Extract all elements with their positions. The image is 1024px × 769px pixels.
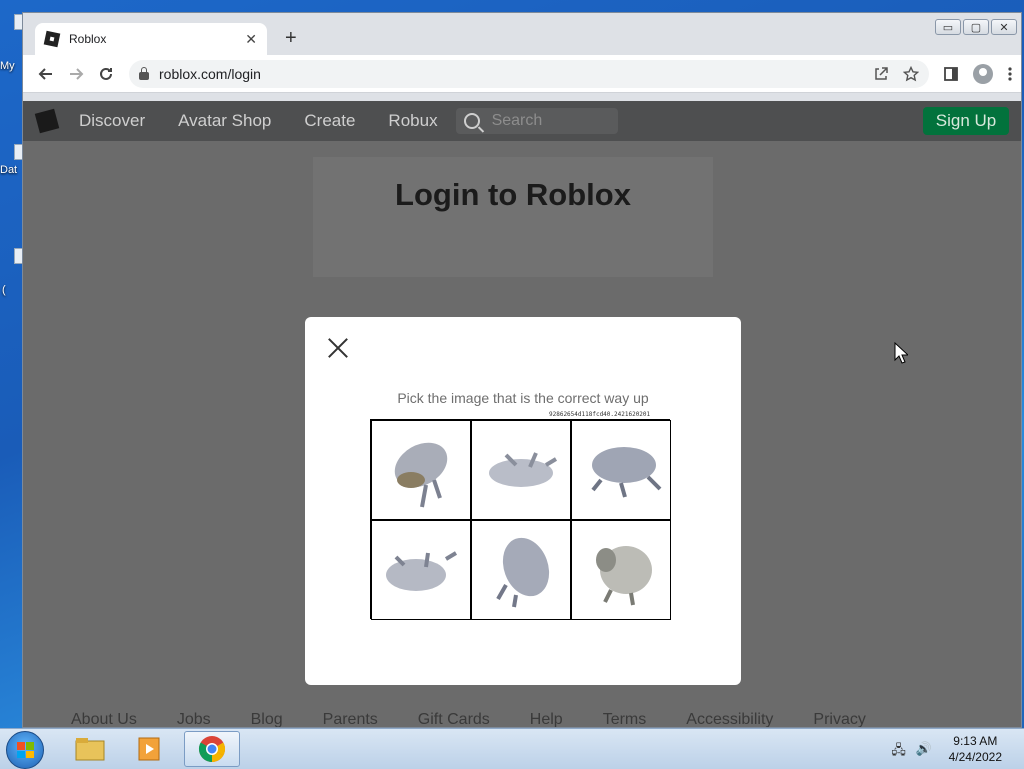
captcha-tile-6[interactable] xyxy=(571,520,671,620)
toad-image-icon xyxy=(496,537,550,608)
new-tab-button[interactable]: + xyxy=(285,27,297,50)
captcha-tile-1[interactable] xyxy=(371,420,471,520)
page-title: Login to Roblox xyxy=(395,177,631,212)
taskbar-chrome[interactable] xyxy=(184,731,240,767)
nav-avatar-shop[interactable]: Avatar Shop xyxy=(178,111,271,131)
footer-link[interactable]: Help xyxy=(530,711,563,727)
reload-button[interactable] xyxy=(91,59,121,89)
browser-window: ▭ ▢ ✕ Roblox ✕ + roblox.com/login Discov… xyxy=(22,12,1022,728)
footer-link[interactable]: Gift Cards xyxy=(418,711,490,727)
maximize-button[interactable]: ▢ xyxy=(963,19,989,35)
windows-logo-icon xyxy=(17,742,34,758)
lock-icon xyxy=(139,66,149,80)
bookmark-star-icon[interactable] xyxy=(903,65,919,82)
url-text[interactable]: roblox.com/login xyxy=(159,66,873,82)
network-icon[interactable]: 🖧 xyxy=(891,741,906,763)
footer-link[interactable]: Terms xyxy=(603,711,647,727)
forward-button[interactable] xyxy=(61,59,91,89)
login-card: Login to Roblox xyxy=(313,157,713,277)
window-controls: ▭ ▢ ✕ xyxy=(935,19,1017,35)
desktop-icon-label: My xyxy=(0,60,15,72)
toad-image-icon xyxy=(591,447,662,498)
captcha-tile-4[interactable] xyxy=(371,520,471,620)
search-input[interactable]: Search xyxy=(455,108,618,134)
roblox-logo-icon[interactable] xyxy=(34,108,60,134)
nav-robux[interactable]: Robux xyxy=(388,111,437,131)
start-button[interactable] xyxy=(6,731,44,769)
footer-link[interactable]: Privacy xyxy=(813,711,865,727)
toad-image-icon xyxy=(386,551,458,591)
captcha-tile-3[interactable] xyxy=(571,420,671,520)
captcha-token: 92862654d118fcd40.2421620201 xyxy=(549,411,651,418)
search-placeholder: Search xyxy=(491,112,543,129)
taskbar-clock[interactable]: 9:13 AM 4/24/2022 xyxy=(949,733,1002,765)
arrow-right-icon xyxy=(70,67,84,80)
taskbar-explorer[interactable] xyxy=(62,731,118,767)
captcha-tile-2[interactable] xyxy=(471,420,571,520)
media-player-icon xyxy=(138,737,160,761)
minimize-button[interactable]: ▭ xyxy=(935,19,961,35)
profile-avatar-icon[interactable] xyxy=(973,63,993,84)
taskbar: 🖧 🔊 9:13 AM 4/24/2022 xyxy=(0,728,1024,769)
footer-link[interactable]: About Us xyxy=(71,711,137,727)
footer-link[interactable]: Blog xyxy=(251,711,283,727)
clock-time: 9:13 AM xyxy=(953,734,998,748)
chrome-icon xyxy=(198,736,226,763)
share-icon[interactable] xyxy=(873,66,889,82)
sign-up-button[interactable]: Sign Up xyxy=(923,107,1009,135)
reload-icon xyxy=(100,67,112,80)
footer-links: About Us Jobs Blog Parents Gift Cards He… xyxy=(71,711,866,727)
mouse-cursor-icon xyxy=(894,342,908,364)
browser-tab[interactable]: Roblox ✕ xyxy=(35,23,267,55)
captcha-prompt: Pick the image that is the correct way u… xyxy=(397,390,649,406)
footer-link[interactable]: Accessibility xyxy=(686,711,773,727)
desktop-icon-label: Dat xyxy=(0,164,18,176)
toad-image-icon xyxy=(489,452,558,487)
address-bar[interactable]: roblox.com/login xyxy=(129,59,929,88)
desktop-icon-label: ( xyxy=(2,284,6,296)
system-tray: 🖧 🔊 xyxy=(891,741,932,763)
back-button[interactable] xyxy=(31,59,61,89)
roblox-favicon-icon xyxy=(43,30,61,48)
kebab-menu-icon[interactable] xyxy=(1007,66,1013,82)
tab-title: Roblox xyxy=(69,32,107,46)
clock-date: 4/24/2022 xyxy=(948,750,1002,764)
browser-toolbar: roblox.com/login xyxy=(23,55,1021,93)
toad-image-icon xyxy=(596,546,652,606)
tab-close-icon[interactable]: ✕ xyxy=(245,31,257,48)
arrow-left-icon xyxy=(38,67,52,80)
footer-link[interactable]: Jobs xyxy=(177,711,211,727)
captcha-grid xyxy=(370,419,671,620)
volume-icon[interactable]: 🔊 xyxy=(916,741,932,763)
captcha-tile-5[interactable] xyxy=(471,520,571,620)
toad-image-icon xyxy=(394,442,448,508)
nav-discover[interactable]: Discover xyxy=(79,111,145,131)
close-window-button[interactable]: ✕ xyxy=(991,19,1017,35)
page-content: Discover Avatar Shop Create Robux Search… xyxy=(23,101,1021,727)
nav-create[interactable]: Create xyxy=(304,111,355,131)
taskbar-media-player[interactable] xyxy=(122,731,178,767)
folder-icon xyxy=(75,738,105,761)
footer-link[interactable]: Parents xyxy=(323,711,378,727)
side-panel-icon[interactable] xyxy=(943,66,959,82)
roblox-header: Discover Avatar Shop Create Robux Search… xyxy=(23,101,1021,141)
captcha-modal: Pick the image that is the correct way u… xyxy=(305,317,741,685)
close-icon[interactable] xyxy=(327,337,349,359)
search-icon xyxy=(463,113,480,129)
